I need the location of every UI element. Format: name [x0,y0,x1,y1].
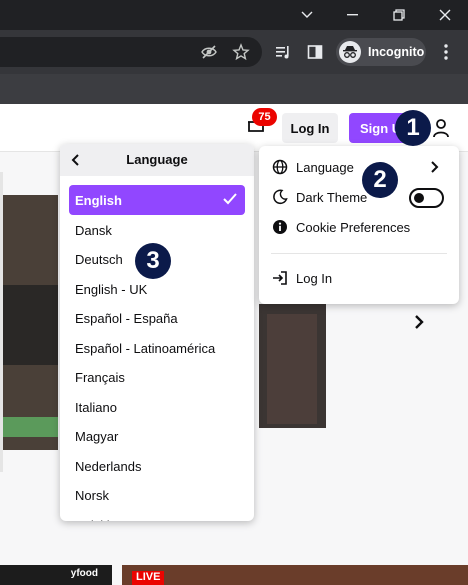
step-marker-3: 3 [135,243,171,279]
video-thumbnail-right[interactable] [259,304,326,428]
language-menu-title: Language [126,152,188,167]
browser-title-bar [0,0,468,30]
incognito-label: Incognito [368,45,425,59]
checkmark-icon [223,193,237,208]
side-panel-icon[interactable] [306,43,324,61]
media-queue-icon[interactable] [274,43,292,61]
dark-theme-toggle[interactable] [409,188,444,208]
menu-item-cookie-preferences[interactable]: Cookie Preferences [271,214,451,240]
restore-icon[interactable] [376,0,422,30]
video-thumbnail-left[interactable] [0,195,58,450]
incognito-icon [339,41,361,63]
info-icon [271,218,289,236]
toggle-knob [414,193,424,203]
carousel-edge [0,172,3,472]
stream-thumbnail-2[interactable]: LIVE [122,565,468,585]
language-menu: Language English Dansk Deutsch English -… [60,144,254,521]
close-window-icon[interactable] [422,0,468,30]
stream-thumbnail-1[interactable]: yfood [0,565,112,585]
language-option-polski[interactable]: Polski [69,510,245,522]
language-option-espanol-espana[interactable]: Español - España [69,303,245,333]
tracking-blocked-icon[interactable] [200,43,218,61]
login-button[interactable]: Log In [282,113,338,143]
tab-search-icon[interactable] [284,0,330,30]
login-arrow-icon [271,269,289,287]
menu-item-language-label: Language [296,159,354,175]
menu-item-login[interactable]: Log In [271,265,451,291]
browser-toolbar: Incognito [0,30,468,74]
channel-fragment-text: yfood [70,568,98,579]
step-marker-2: 2 [362,162,398,198]
menu-item-language[interactable]: Language [271,154,451,180]
browser-menu-icon[interactable] [438,43,454,61]
step-marker-1: 1 [395,110,431,146]
address-bar[interactable] [0,37,262,67]
bookmarks-bar [0,74,468,104]
live-badge: LIVE [132,571,165,585]
notification-count-badge: 75 [252,108,277,126]
globe-icon [271,158,289,176]
minimize-icon[interactable] [330,0,376,30]
language-option-nederlands[interactable]: Nederlands [69,451,245,481]
language-option-italiano[interactable]: Italiano [69,392,245,422]
chevron-right-icon [429,161,439,176]
user-menu-icon[interactable] [432,118,450,143]
language-option-norsk[interactable]: Norsk [69,480,245,510]
language-option-espanol-latinoamerica[interactable]: Español - Latinoamérica [69,333,245,363]
menu-item-login-label: Log In [296,270,333,286]
language-menu-header: Language [60,144,254,176]
menu-divider [271,253,447,254]
user-settings-menu: Language Dark Theme Cookie Preferences L… [259,146,459,304]
menu-item-cookie-label: Cookie Preferences [296,219,411,235]
bookmark-star-icon[interactable] [232,43,250,61]
language-option-magyar[interactable]: Magyar [69,421,245,451]
menu-item-dark-theme-label: Dark Theme [296,189,368,205]
carousel-next-icon[interactable] [412,314,426,335]
language-option-francais[interactable]: Français [69,362,245,392]
language-option-dansk[interactable]: Dansk [69,215,245,245]
language-option-english[interactable]: English [69,185,245,215]
incognito-chip[interactable]: Incognito [336,38,426,66]
moon-icon [271,188,289,206]
